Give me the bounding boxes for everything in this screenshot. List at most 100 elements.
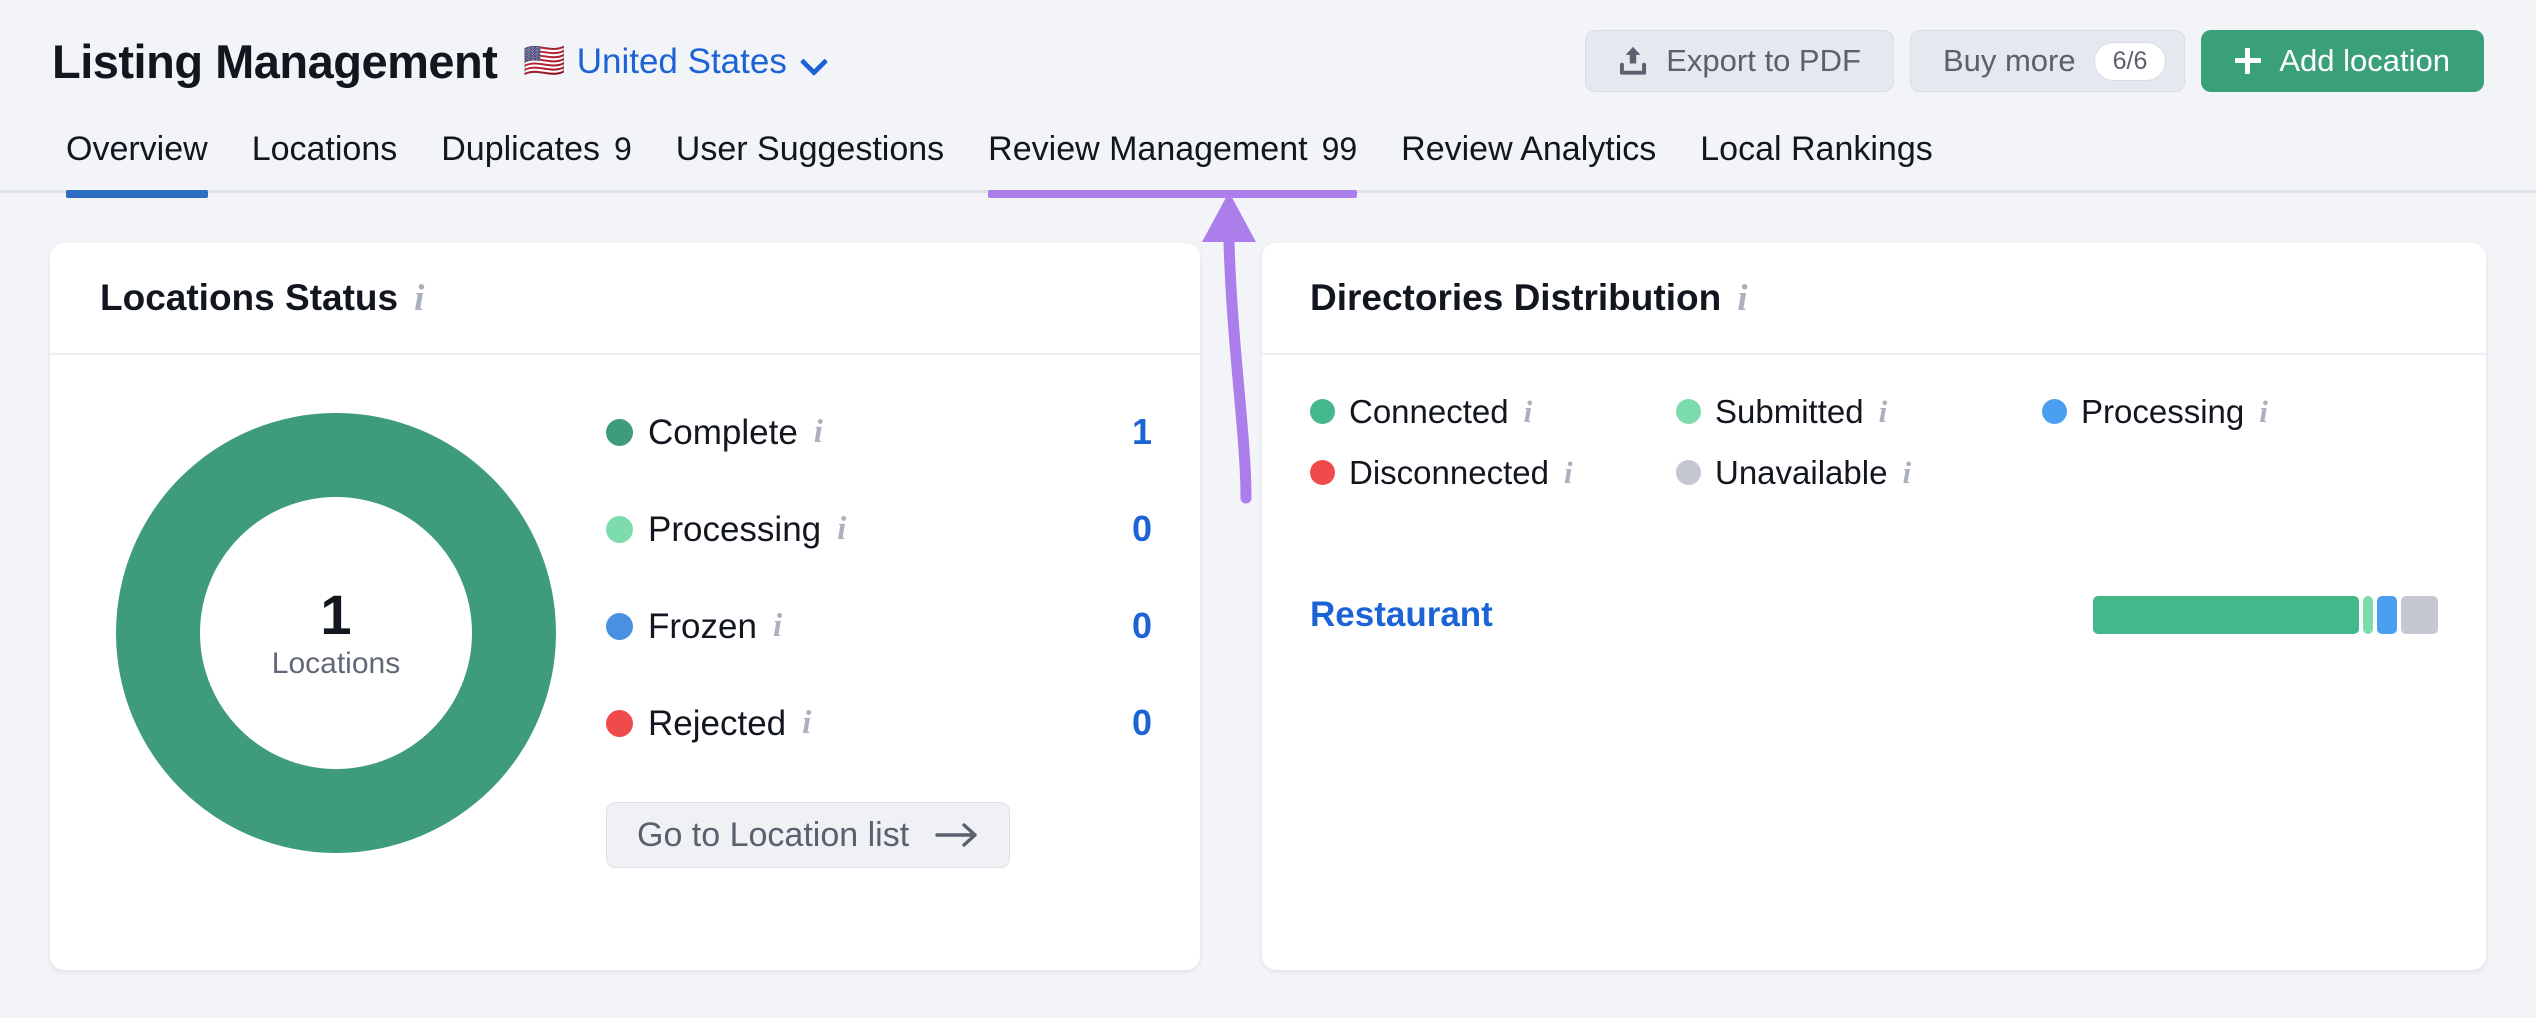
- legend-item-rejected[interactable]: Rejected i 0: [606, 690, 1156, 756]
- tab-local-rankings-underline: [1700, 190, 1932, 198]
- tab-duplicates-label: Duplicates: [441, 130, 600, 169]
- buy-more-quota-badge: 6/6: [2094, 42, 2167, 81]
- tab-duplicates-underline: [441, 190, 632, 198]
- info-icon[interactable]: i: [2259, 396, 2268, 427]
- directory-category-restaurant-link[interactable]: Restaurant: [1310, 595, 1493, 635]
- donut-center-label: Locations: [272, 647, 400, 680]
- legend-item-unavailable-label: Unavailable: [1715, 456, 1887, 489]
- legend-spacer: [606, 562, 1156, 593]
- tab-overview[interactable]: Overview: [44, 122, 230, 198]
- bar-segment-submitted: [2363, 596, 2373, 634]
- locations-status-title: Locations Status: [100, 277, 398, 319]
- export-to-pdf-label: Export to PDF: [1666, 43, 1861, 79]
- info-icon[interactable]: i: [802, 707, 811, 740]
- info-icon[interactable]: i: [1524, 396, 1533, 427]
- legend-item-complete[interactable]: Complete i 1: [606, 399, 1156, 465]
- directories-distribution-card-header: Directories Distribution i: [1262, 243, 2486, 355]
- tab-review-management-underline: [988, 190, 1357, 198]
- add-location-button[interactable]: Add location: [2201, 30, 2484, 92]
- info-icon[interactable]: i: [814, 416, 823, 449]
- status-dot-complete: [606, 419, 633, 446]
- legend-item-processing[interactable]: Processing i: [2042, 395, 2408, 428]
- tab-user-suggestions[interactable]: User Suggestions: [654, 122, 966, 198]
- restaurant-distribution-bar: [2093, 596, 2438, 634]
- tab-review-management[interactable]: Review Management 99: [966, 122, 1379, 198]
- tab-overview-underline: [66, 190, 208, 198]
- add-location-label: Add location: [2279, 43, 2450, 79]
- header-actions-group: Export to PDF Buy more 6/6 Add location: [1585, 30, 2484, 92]
- legend-item-disconnected[interactable]: Disconnected i: [1310, 456, 1676, 489]
- status-dot-unavailable: [1676, 460, 1701, 485]
- locations-status-card-header: Locations Status i: [50, 243, 1200, 355]
- directories-rows: Restaurant: [1310, 587, 2438, 643]
- directories-distribution-card: Directories Distribution i Connected i S…: [1262, 243, 2486, 970]
- tab-locations-underline: [252, 190, 398, 198]
- tab-local-rankings-label: Local Rankings: [1700, 130, 1932, 169]
- info-icon[interactable]: i: [773, 610, 782, 643]
- legend-item-complete-label: Complete: [648, 415, 798, 450]
- status-dot-frozen: [606, 613, 633, 640]
- arrow-right-icon: [935, 822, 979, 848]
- export-to-pdf-button[interactable]: Export to PDF: [1585, 30, 1894, 92]
- legend-item-submitted-label: Submitted: [1715, 395, 1864, 428]
- flag-us-icon: 🇺🇸: [523, 44, 565, 78]
- tab-review-management-count: 99: [1322, 131, 1358, 168]
- page-title: Listing Management: [52, 38, 497, 85]
- country-name-label: United States: [577, 44, 787, 79]
- tab-locations-label: Locations: [252, 130, 398, 169]
- go-to-location-list-label: Go to Location list: [637, 816, 909, 855]
- locations-status-legend: Complete i 1 Processing i 0 Frozen i 0: [596, 391, 1156, 968]
- tab-review-analytics-underline: [1401, 190, 1656, 198]
- directories-distribution-title: Directories Distribution: [1310, 277, 1721, 319]
- tab-review-management-label: Review Management: [988, 130, 1307, 169]
- donut-center-value: 1: [320, 586, 351, 645]
- go-to-location-list-button[interactable]: Go to Location list: [606, 802, 1010, 868]
- legend-item-unavailable[interactable]: Unavailable i: [1676, 456, 2042, 489]
- tab-duplicates[interactable]: Duplicates 9: [419, 122, 654, 198]
- info-icon[interactable]: i: [1879, 396, 1888, 427]
- directories-legend: Connected i Submitted i Processing i Dis…: [1310, 395, 2438, 489]
- legend-item-processing-value: 0: [1132, 511, 1156, 547]
- legend-item-processing[interactable]: Processing i 0: [606, 496, 1156, 562]
- bar-segment-connected: [2093, 596, 2359, 634]
- legend-item-frozen-label: Frozen: [648, 609, 757, 644]
- legend-item-frozen-value: 0: [1132, 608, 1156, 644]
- info-icon[interactable]: i: [414, 280, 424, 317]
- info-icon[interactable]: i: [1564, 457, 1573, 488]
- legend-item-disconnected-label: Disconnected: [1349, 456, 1549, 489]
- legend-item-complete-value: 1: [1132, 414, 1156, 450]
- info-icon[interactable]: i: [837, 513, 846, 546]
- tab-overview-label: Overview: [66, 130, 208, 169]
- tab-review-analytics[interactable]: Review Analytics: [1379, 122, 1678, 198]
- status-dot-connected: [1310, 399, 1335, 424]
- legend-spacer: [606, 465, 1156, 496]
- legend-item-connected[interactable]: Connected i: [1310, 395, 1676, 428]
- legend-item-rejected-label: Rejected: [648, 706, 786, 741]
- legend-item-processing-label: Processing: [2081, 395, 2244, 428]
- chevron-down-icon: [801, 48, 827, 74]
- locations-donut-chart-wrap: 1 Locations: [76, 391, 596, 968]
- legend-item-frozen[interactable]: Frozen i 0: [606, 593, 1156, 659]
- locations-status-card: Locations Status i 1 Locations Complete …: [50, 243, 1200, 970]
- tab-locations[interactable]: Locations: [230, 122, 420, 198]
- info-icon[interactable]: i: [1902, 457, 1911, 488]
- listing-management-page: Listing Management 🇺🇸 United States Expo…: [0, 0, 2536, 1018]
- status-dot-processing: [2042, 399, 2067, 424]
- header-left-group: Listing Management 🇺🇸 United States: [52, 38, 827, 85]
- info-icon[interactable]: i: [1737, 280, 1747, 317]
- legend-item-submitted[interactable]: Submitted i: [1676, 395, 2042, 428]
- legend-item-rejected-value: 0: [1132, 705, 1156, 741]
- country-selector[interactable]: 🇺🇸 United States: [523, 44, 826, 79]
- tab-local-rankings[interactable]: Local Rankings: [1678, 122, 1954, 198]
- status-dot-disconnected: [1310, 460, 1335, 485]
- buy-more-label: Buy more: [1943, 43, 2076, 79]
- tab-duplicates-count: 9: [614, 131, 632, 168]
- main-tabs: Overview Locations Duplicates 9 User Sug…: [0, 122, 2536, 198]
- table-row: Restaurant: [1310, 587, 2438, 643]
- tab-user-suggestions-label: User Suggestions: [676, 130, 944, 169]
- directories-distribution-body: Connected i Submitted i Processing i Dis…: [1262, 355, 2486, 643]
- plus-icon: [2235, 48, 2261, 74]
- status-dot-rejected: [606, 710, 633, 737]
- buy-more-button[interactable]: Buy more 6/6: [1910, 30, 2185, 92]
- bar-segment-unavailable: [2401, 596, 2438, 634]
